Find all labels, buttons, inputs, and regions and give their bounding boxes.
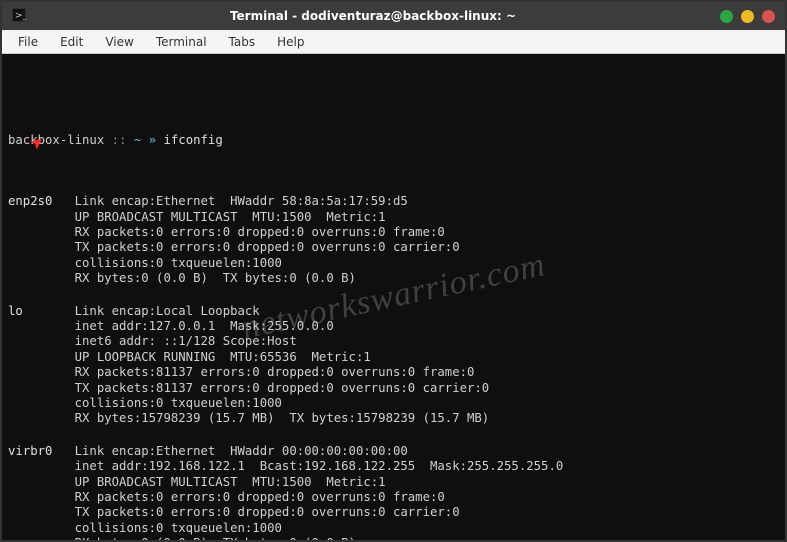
interface-detail: Link encap:Ethernet HWaddr 00:00:00:00:0… xyxy=(75,444,408,458)
prompt-sep: :: xyxy=(112,133,127,147)
window-titlebar: >_ Terminal - dodiventuraz@backbox-linux… xyxy=(2,2,785,30)
interface-detail: Link encap:Ethernet HWaddr 58:8a:5a:17:5… xyxy=(75,194,408,208)
interface-detail: RX bytes:0 (0.0 B) TX bytes:0 (0.0 B) xyxy=(8,271,779,286)
menu-edit[interactable]: Edit xyxy=(50,33,93,51)
interface-detail: RX bytes:0 (0.0 B) TX bytes:0 (0.0 B) xyxy=(8,536,779,540)
window-controls xyxy=(720,10,775,23)
blank-line xyxy=(8,427,779,442)
maximize-button[interactable] xyxy=(741,10,754,23)
menu-view[interactable]: View xyxy=(95,33,143,51)
interface-detail: RX bytes:15798239 (15.7 MB) TX bytes:157… xyxy=(8,411,779,426)
interface-block: loLink encap:Local Loopbackinet addr:127… xyxy=(8,304,779,442)
interface-detail: inet6 addr: ::1/128 Scope:Host xyxy=(8,334,779,349)
interface-line: enp2s0Link encap:Ethernet HWaddr 58:8a:5… xyxy=(8,194,779,209)
interface-detail: inet addr:192.168.122.1 Bcast:192.168.12… xyxy=(8,459,779,474)
menu-tabs[interactable]: Tabs xyxy=(219,33,266,51)
interface-detail: RX packets:0 errors:0 dropped:0 overruns… xyxy=(8,225,779,240)
svg-text:>_: >_ xyxy=(15,11,26,21)
interface-detail: TX packets:81137 errors:0 dropped:0 over… xyxy=(8,381,779,396)
interface-detail: inet addr:127.0.0.1 Mask:255.0.0.0 xyxy=(8,319,779,334)
close-button[interactable] xyxy=(762,10,775,23)
menu-help[interactable]: Help xyxy=(267,33,314,51)
terminal-icon: >_ xyxy=(12,8,26,25)
interface-detail: RX packets:0 errors:0 dropped:0 overruns… xyxy=(8,490,779,505)
minimize-button[interactable] xyxy=(720,10,733,23)
interface-detail: UP BROADCAST MULTICAST MTU:1500 Metric:1 xyxy=(8,210,779,225)
prompt-path: ~ xyxy=(134,133,141,147)
menubar: File Edit View Terminal Tabs Help xyxy=(2,30,785,54)
interface-detail: TX packets:0 errors:0 dropped:0 overruns… xyxy=(8,240,779,255)
interface-line: virbr0Link encap:Ethernet HWaddr 00:00:0… xyxy=(8,444,779,459)
interface-detail: collisions:0 txqueuelen:1000 xyxy=(8,521,779,536)
prompt-symbol: » xyxy=(149,133,156,147)
prompt-host: backbox-linux xyxy=(8,133,104,147)
interface-block: virbr0Link encap:Ethernet HWaddr 00:00:0… xyxy=(8,444,779,540)
interface-detail: UP LOOPBACK RUNNING MTU:65536 Metric:1 xyxy=(8,350,779,365)
interface-detail: collisions:0 txqueuelen:1000 xyxy=(8,256,779,271)
interface-line: loLink encap:Local Loopback xyxy=(8,304,779,319)
interface-detail: RX packets:81137 errors:0 dropped:0 over… xyxy=(8,365,779,380)
interface-name: virbr0 xyxy=(8,444,75,459)
window-title: Terminal - dodiventuraz@backbox-linux: ~ xyxy=(26,9,720,23)
interface-detail: TX packets:0 errors:0 dropped:0 overruns… xyxy=(8,505,779,520)
interface-detail: collisions:0 txqueuelen:1000 xyxy=(8,396,779,411)
ifconfig-output: enp2s0Link encap:Ethernet HWaddr 58:8a:5… xyxy=(8,194,779,540)
menu-file[interactable]: File xyxy=(8,33,48,51)
interface-block: enp2s0Link encap:Ethernet HWaddr 58:8a:5… xyxy=(8,194,779,302)
interface-name: lo xyxy=(8,304,75,319)
command-text: ifconfig xyxy=(164,133,223,147)
prompt-line-1: backbox-linux :: ~ » ifconfig xyxy=(8,133,779,148)
interface-name: enp2s0 xyxy=(8,194,75,209)
blank-line xyxy=(8,286,779,301)
terminal-viewport[interactable]: networkswarrior.com ➤ backbox-linux :: ~… xyxy=(2,54,785,540)
menu-terminal[interactable]: Terminal xyxy=(146,33,217,51)
interface-detail: UP BROADCAST MULTICAST MTU:1500 Metric:1 xyxy=(8,475,779,490)
interface-detail: Link encap:Local Loopback xyxy=(75,304,260,318)
